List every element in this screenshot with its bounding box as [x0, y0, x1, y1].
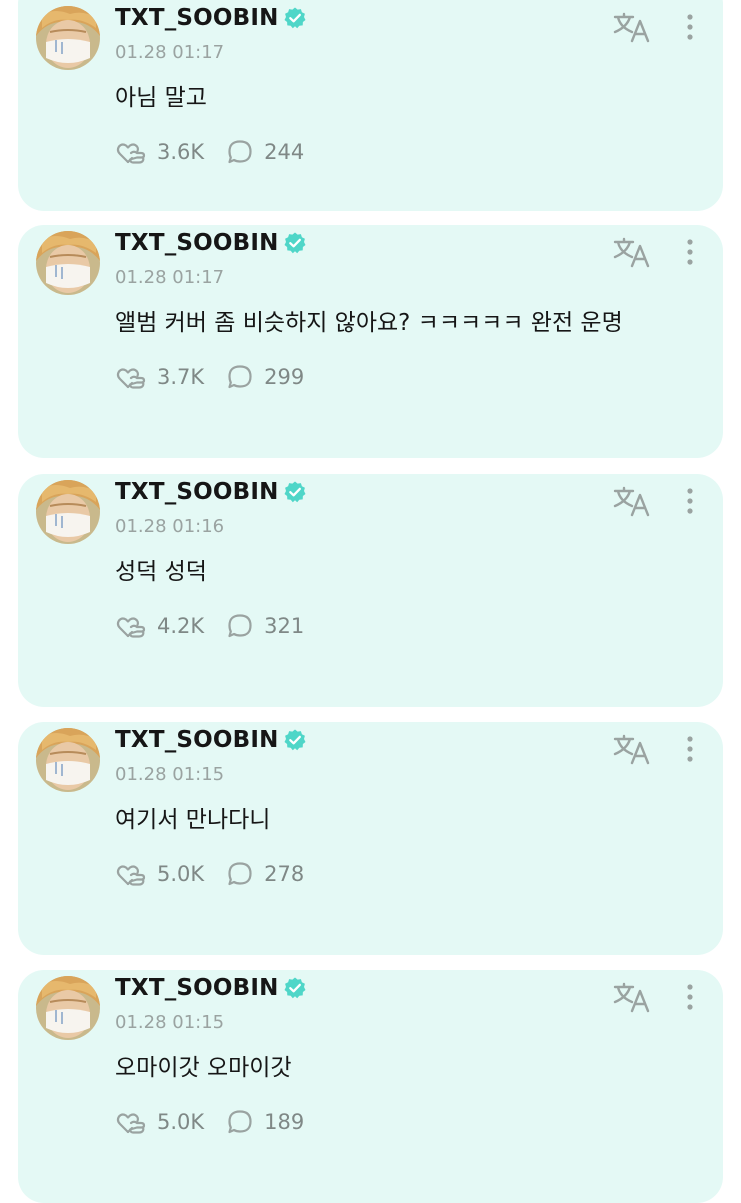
heart-with-hand-icon: [115, 1108, 147, 1136]
reaction-button[interactable]: 5.0K: [115, 1108, 204, 1136]
more-vertical-icon: [678, 235, 702, 271]
more-vertical-icon: [678, 732, 702, 768]
avatar[interactable]: [36, 480, 100, 544]
more-vertical-icon: [678, 484, 702, 520]
comment-bubble-icon: [226, 612, 254, 640]
translate-icon: [612, 484, 652, 520]
post-timestamp: 01.28 01:15: [115, 1012, 225, 1033]
post-stats: 3.7K 299: [115, 363, 304, 391]
comment-count: 278: [264, 862, 305, 886]
comment-count: 189: [264, 1110, 305, 1134]
avatar[interactable]: [36, 6, 100, 70]
reaction-count: 5.0K: [157, 1110, 205, 1134]
translate-button[interactable]: [612, 980, 652, 1016]
post-message: 여기서 만나다니: [115, 807, 271, 833]
reaction-count: 5.0K: [157, 862, 205, 886]
post-stats: 3.6K 244: [115, 138, 304, 166]
reaction-button[interactable]: 3.6K: [115, 138, 204, 166]
username-text[interactable]: TXT_SOOBIN: [115, 479, 279, 505]
comment-bubble-icon: [226, 138, 254, 166]
post-timestamp: 01.28 01:16: [115, 516, 225, 537]
post-card-4[interactable]: TXT_SOOBIN 01.28 01:15 여기서 만나다니 5.0K 278: [18, 722, 723, 955]
comment-count: 321: [264, 614, 305, 638]
avatar[interactable]: [36, 976, 100, 1040]
comment-button[interactable]: 189: [226, 1108, 304, 1136]
more-options-button[interactable]: [678, 235, 702, 271]
post-stats: 4.2K 321: [115, 612, 304, 640]
translate-button[interactable]: [612, 10, 652, 46]
more-options-button[interactable]: [678, 10, 702, 46]
avatar[interactable]: [36, 728, 100, 792]
verified-badge-icon: [283, 728, 307, 752]
translate-icon: [612, 732, 652, 768]
post-message: 아님 말고: [115, 85, 207, 111]
post-feed: TXT_SOOBIN 01.28 01:17 아님 말고 3.6K 244 TX…: [0, 0, 741, 1203]
username[interactable]: TXT_SOOBIN: [115, 727, 307, 753]
translate-icon: [612, 10, 652, 46]
reaction-count: 4.2K: [157, 614, 205, 638]
more-vertical-icon: [678, 10, 702, 46]
username[interactable]: TXT_SOOBIN: [115, 5, 307, 31]
comment-bubble-icon: [226, 860, 254, 888]
username[interactable]: TXT_SOOBIN: [115, 479, 307, 505]
post-card-1[interactable]: TXT_SOOBIN 01.28 01:17 아님 말고 3.6K 244: [18, 0, 723, 211]
verified-badge-icon: [283, 6, 307, 30]
verified-badge-icon: [283, 480, 307, 504]
heart-with-hand-icon: [115, 363, 147, 391]
comment-button[interactable]: 244: [226, 138, 304, 166]
post-card-2[interactable]: TXT_SOOBIN 01.28 01:17 앨범 커버 좀 비슷하지 않아요?…: [18, 225, 723, 458]
post-message: 오마이갓 오마이갓: [115, 1055, 292, 1081]
translate-icon: [612, 235, 652, 271]
comment-button[interactable]: 299: [226, 363, 304, 391]
post-card-5[interactable]: TXT_SOOBIN 01.28 01:15 오마이갓 오마이갓 5.0K 18…: [18, 970, 723, 1203]
translate-button[interactable]: [612, 484, 652, 520]
comment-count: 244: [264, 140, 305, 164]
post-timestamp: 01.28 01:17: [115, 267, 225, 288]
comment-bubble-icon: [226, 1108, 254, 1136]
comment-count: 299: [264, 365, 305, 389]
verified-badge-icon: [283, 231, 307, 255]
username-text[interactable]: TXT_SOOBIN: [115, 5, 279, 31]
heart-with-hand-icon: [115, 138, 147, 166]
post-stats: 5.0K 278: [115, 860, 304, 888]
post-card-3[interactable]: TXT_SOOBIN 01.28 01:16 성덕 성덕 4.2K 321: [18, 474, 723, 707]
translate-icon: [612, 980, 652, 1016]
translate-button[interactable]: [612, 235, 652, 271]
reaction-count: 3.7K: [157, 365, 205, 389]
post-message: 성덕 성덕: [115, 559, 207, 585]
username[interactable]: TXT_SOOBIN: [115, 975, 307, 1001]
more-vertical-icon: [678, 980, 702, 1016]
comment-bubble-icon: [226, 363, 254, 391]
username-text[interactable]: TXT_SOOBIN: [115, 230, 279, 256]
comment-button[interactable]: 321: [226, 612, 304, 640]
username-text[interactable]: TXT_SOOBIN: [115, 975, 279, 1001]
verified-badge-icon: [283, 976, 307, 1000]
reaction-button[interactable]: 5.0K: [115, 860, 204, 888]
avatar[interactable]: [36, 231, 100, 295]
post-timestamp: 01.28 01:15: [115, 764, 225, 785]
comment-button[interactable]: 278: [226, 860, 304, 888]
translate-button[interactable]: [612, 732, 652, 768]
reaction-button[interactable]: 4.2K: [115, 612, 204, 640]
username-text[interactable]: TXT_SOOBIN: [115, 727, 279, 753]
post-timestamp: 01.28 01:17: [115, 42, 225, 63]
more-options-button[interactable]: [678, 484, 702, 520]
more-options-button[interactable]: [678, 732, 702, 768]
heart-with-hand-icon: [115, 860, 147, 888]
post-stats: 5.0K 189: [115, 1108, 304, 1136]
more-options-button[interactable]: [678, 980, 702, 1016]
reaction-button[interactable]: 3.7K: [115, 363, 204, 391]
reaction-count: 3.6K: [157, 140, 205, 164]
username[interactable]: TXT_SOOBIN: [115, 230, 307, 256]
post-message: 앨범 커버 좀 비슷하지 않아요? ㅋㅋㅋㅋㅋ 완전 운명: [115, 310, 623, 336]
heart-with-hand-icon: [115, 612, 147, 640]
